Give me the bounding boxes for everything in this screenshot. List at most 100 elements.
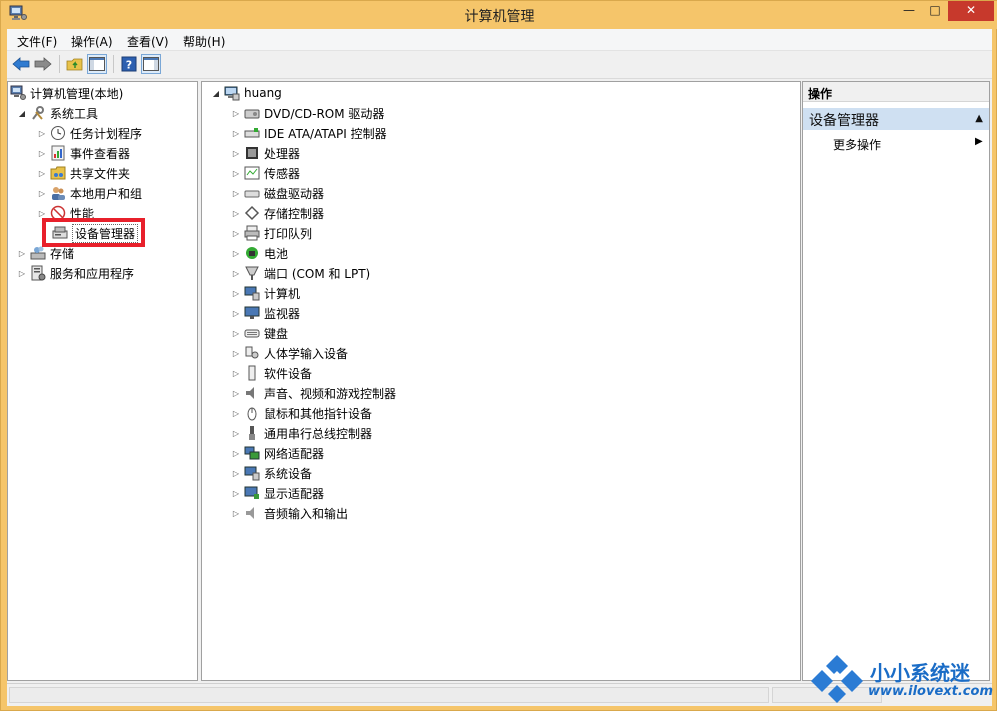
show-hide-action-pane-icon[interactable]: [141, 54, 161, 74]
collapsed-icon[interactable]: ▷: [230, 347, 242, 359]
device-category-row[interactable]: ▷ 软件设备: [230, 363, 312, 383]
watermark-url: www.ilovext.com: [868, 684, 993, 699]
title-bar[interactable]: 计算机管理 — □ ✕: [1, 1, 997, 29]
submenu-arrow-icon[interactable]: ▶: [975, 136, 983, 147]
show-hide-tree-icon[interactable]: [87, 54, 107, 74]
device-category-row[interactable]: ▷ 显示适配器: [230, 483, 324, 503]
device-category-label: DVD/CD-ROM 驱动器: [264, 106, 385, 121]
collapsed-icon[interactable]: ▷: [230, 427, 242, 439]
collapsed-icon[interactable]: ▷: [230, 327, 242, 339]
collapsed-icon[interactable]: ▷: [36, 167, 48, 179]
device-category-row[interactable]: ▷ IDE ATA/ATAPI 控制器: [230, 123, 387, 143]
collapsed-icon[interactable]: ▷: [230, 387, 242, 399]
device-category-row[interactable]: ▷ 人体学输入设备: [230, 343, 348, 363]
dvd-drive-icon: [244, 109, 260, 119]
window-title: 计算机管理: [464, 9, 535, 25]
device-category-label: 键盘: [264, 326, 289, 341]
more-actions-item[interactable]: 更多操作: [833, 136, 881, 153]
device-category-row[interactable]: ▷ 存储控制器: [230, 203, 324, 223]
device-category-row[interactable]: ▷ 网络适配器: [230, 443, 324, 463]
device-category-row[interactable]: ▷ 磁盘驱动器: [230, 183, 324, 203]
collapsed-icon[interactable]: ▷: [230, 367, 242, 379]
collapsed-icon[interactable]: ▷: [230, 447, 242, 459]
collapsed-icon[interactable]: ▷: [36, 127, 48, 139]
usb-icon: [249, 426, 255, 440]
device-category-label: 打印队列: [264, 226, 313, 241]
collapsed-icon[interactable]: ▷: [230, 307, 242, 319]
collapsed-icon[interactable]: ▷: [230, 107, 242, 119]
device-category-row[interactable]: ▷ 处理器: [230, 143, 300, 163]
actions-pane: 操作 设备管理器 ▲ 更多操作 ▶: [802, 81, 990, 681]
device-category-row[interactable]: ▷ DVD/CD-ROM 驱动器: [230, 103, 385, 123]
close-button[interactable]: ✕: [948, 1, 994, 21]
collapsed-icon[interactable]: ▷: [230, 407, 242, 419]
device-category-label: 端口 (COM 和 LPT): [264, 266, 371, 281]
collapsed-icon[interactable]: ▷: [230, 207, 242, 219]
disk-drive-icon: [244, 190, 260, 198]
device-category-row[interactable]: ▷ 计算机: [230, 283, 300, 303]
collapsed-icon[interactable]: ▷: [16, 267, 28, 279]
up-folder-icon[interactable]: [65, 54, 85, 74]
collapsed-icon[interactable]: ▷: [230, 507, 242, 519]
device-category-row[interactable]: ▷ 电池: [230, 243, 288, 263]
menu-action[interactable]: 操作(A): [71, 33, 113, 50]
tree-item-services-applications[interactable]: ▷ 服务和应用程序: [16, 263, 134, 283]
collapsed-icon[interactable]: ▷: [36, 147, 48, 159]
collapse-up-icon[interactable]: ▲: [975, 113, 983, 124]
menu-file[interactable]: 文件(F): [17, 33, 57, 50]
network-adapter-icon: [244, 446, 260, 460]
console-tree-pane[interactable]: 计算机管理(本地) ◢ 系统工具 ▷ 任务计划程序 ▷ 事件查看器 ▷ 共享文件…: [7, 81, 198, 681]
collapsed-icon[interactable]: ▷: [230, 267, 242, 279]
tree-item-system-tools[interactable]: ◢ 系统工具: [16, 103, 98, 123]
collapsed-icon[interactable]: ▷: [36, 187, 48, 199]
expanded-icon[interactable]: ◢: [210, 87, 222, 99]
device-category-row[interactable]: ▷ 键盘: [230, 323, 288, 343]
device-category-label: 显示适配器: [264, 486, 325, 501]
collapsed-icon[interactable]: ▷: [230, 487, 242, 499]
collapsed-icon[interactable]: ▷: [230, 167, 242, 179]
device-category-row[interactable]: ▷ 通用串行总线控制器: [230, 423, 372, 443]
device-category-row[interactable]: ▷ 鼠标和其他指针设备: [230, 403, 372, 423]
device-tree-root[interactable]: ◢ huang: [210, 83, 282, 103]
device-category-row[interactable]: ▷ 监视器: [230, 303, 300, 323]
keyboard-icon: [244, 329, 260, 338]
maximize-button[interactable]: □: [922, 1, 948, 21]
collapsed-icon[interactable]: ▷: [230, 287, 242, 299]
collapsed-icon[interactable]: ▷: [230, 127, 242, 139]
selection-highlight-box: [42, 218, 145, 247]
menu-help[interactable]: 帮助(H): [183, 33, 225, 50]
device-category-label: 存储控制器: [264, 206, 325, 221]
collapsed-icon[interactable]: ▷: [230, 467, 242, 479]
tree-label: 事件查看器: [70, 146, 131, 161]
collapsed-icon[interactable]: ▷: [230, 227, 242, 239]
device-category-row[interactable]: ▷ 音频输入和输出: [230, 503, 348, 523]
tree-item-task-scheduler[interactable]: ▷ 任务计划程序: [36, 123, 142, 143]
computer-management-icon: [10, 85, 26, 100]
tree-root[interactable]: 计算机管理(本地): [10, 83, 123, 103]
tree-label: 存储: [50, 246, 75, 261]
tree-item-event-viewer[interactable]: ▷ 事件查看器: [36, 143, 130, 163]
tree-item-shared-folders[interactable]: ▷ 共享文件夹: [36, 163, 130, 183]
client-area: 文件(F) 操作(A) 查看(V) 帮助(H) ? 计算机管理(本地) ◢ 系统…: [7, 29, 992, 706]
forward-icon[interactable]: [33, 54, 53, 74]
collapsed-icon[interactable]: ▷: [230, 247, 242, 259]
device-category-row[interactable]: ▷ 声音、视频和游戏控制器: [230, 383, 396, 403]
clock-icon: [51, 126, 65, 140]
help-icon[interactable]: ?: [119, 54, 139, 74]
minimize-button[interactable]: —: [896, 1, 922, 21]
collapsed-icon[interactable]: ▷: [230, 147, 242, 159]
device-category-row[interactable]: ▷ 传感器: [230, 163, 300, 183]
menu-view[interactable]: 查看(V): [127, 33, 169, 50]
tree-item-local-users-groups[interactable]: ▷ 本地用户和组: [36, 183, 142, 203]
collapsed-icon[interactable]: ▷: [230, 187, 242, 199]
device-category-row[interactable]: ▷ 系统设备: [230, 463, 312, 483]
expanded-icon[interactable]: ◢: [16, 107, 28, 119]
collapsed-icon[interactable]: ▷: [16, 247, 28, 259]
device-category-row[interactable]: ▷ 打印队列: [230, 223, 312, 243]
device-category-row[interactable]: ▷ 端口 (COM 和 LPT): [230, 263, 370, 283]
actions-group-device-manager[interactable]: 设备管理器 ▲: [803, 108, 989, 130]
back-icon[interactable]: [11, 54, 31, 74]
event-viewer-icon: [51, 145, 65, 161]
device-tree-pane[interactable]: ◢ huang ▷ DVD/CD-ROM 驱动器 ▷ IDE ATA/ATAPI 控制…: [201, 81, 801, 681]
port-icon: [245, 266, 259, 280]
